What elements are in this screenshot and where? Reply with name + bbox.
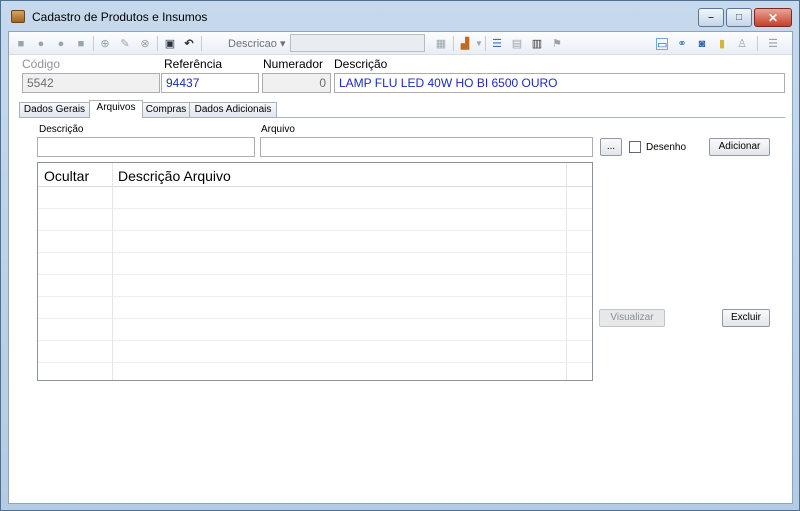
codigo-label: Código [22, 57, 61, 71]
table-row[interactable] [38, 231, 592, 253]
arquivo-input[interactable] [260, 137, 593, 157]
numerador-label: Numerador [263, 57, 324, 71]
add-icon[interactable]: ⊕ [99, 38, 111, 50]
table-row[interactable] [38, 253, 592, 275]
browse-button[interactable]: ... [600, 138, 622, 156]
arquivos-grid[interactable]: Ocultar Descrição Arquivo [37, 162, 593, 381]
title-bar[interactable]: Cadastro de Produtos e Insumos – □ ✕ [1, 1, 799, 31]
grid-header: Ocultar Descrição Arquivo [38, 163, 592, 187]
undo-icon[interactable]: ↶ [183, 38, 195, 50]
forward-icon[interactable]: ● [55, 38, 67, 50]
client-area: ■ ● ● ■ ⊕ ✎ ⊗ ▣ ↶ Descricao ▾ ▦ ▟ ▼ ☰ ▤ … [8, 31, 793, 504]
toolbar-separator [157, 36, 158, 51]
table-row[interactable] [38, 319, 592, 341]
tab-dados-gerais[interactable]: Dados Gerais [19, 102, 90, 117]
table-row[interactable] [38, 209, 592, 231]
toolbar-separator [485, 36, 486, 51]
minimize-button[interactable]: – [698, 8, 724, 27]
descricao-label: Descrição [334, 57, 388, 71]
toolbar-separator [453, 36, 454, 51]
referencia-field[interactable]: 94437 [161, 73, 259, 93]
table-icon[interactable]: ▦ [435, 38, 447, 50]
tab-dados-adicionais[interactable]: Dados Adicionais [189, 102, 277, 117]
barcode-icon[interactable]: ▥ [531, 38, 543, 50]
toolbar-separator [201, 36, 202, 51]
last-icon[interactable]: ■ [75, 38, 87, 50]
maximize-button[interactable]: □ [726, 8, 752, 27]
filter-icon[interactable]: ▮ [716, 38, 728, 50]
report-icon[interactable]: ▤ [511, 38, 523, 50]
search-field-dropdown[interactable]: Descricao ▾ [228, 37, 285, 50]
arquivo-descricao-input[interactable] [37, 137, 255, 157]
link-icon[interactable]: ⚭ [676, 38, 688, 50]
grid-icon[interactable]: ■ [15, 38, 27, 50]
desenho-checkbox[interactable] [629, 141, 641, 153]
desenho-label: Desenho [646, 142, 687, 153]
tab-arquivos[interactable]: Arquivos [89, 100, 143, 118]
window-icon[interactable]: ▭ [656, 38, 668, 51]
search-input[interactable] [290, 34, 425, 52]
descricao-field[interactable]: LAMP FLU LED 40W HO BI 6500 OURO [334, 73, 785, 93]
edit-icon[interactable]: ✎ [119, 38, 131, 50]
referencia-label: Referência [164, 57, 223, 71]
chevron-down-icon[interactable]: ▼ [473, 38, 485, 50]
cancel-icon[interactable]: ⊗ [139, 38, 151, 50]
adicionar-button[interactable]: Adicionar [709, 138, 770, 156]
toolbar-separator [757, 36, 758, 51]
user-icon[interactable]: ♙ [736, 38, 748, 50]
tab-compras[interactable]: Compras [142, 102, 190, 117]
arquivo-descricao-label: Descrição [39, 124, 84, 135]
main-window: Cadastro de Produtos e Insumos – □ ✕ ■ ●… [0, 0, 800, 511]
table-row[interactable] [38, 297, 592, 319]
tags-icon[interactable]: ⚑ [551, 38, 563, 50]
visualizar-button[interactable]: Visualizar [599, 309, 665, 327]
box-icon [11, 10, 25, 23]
table-row[interactable] [38, 275, 592, 297]
table-row[interactable] [38, 341, 592, 363]
save-icon[interactable]: ▣ [164, 38, 176, 50]
window-title: Cadastro de Produtos e Insumos [32, 10, 208, 24]
chart-icon[interactable]: ▟ [459, 38, 471, 50]
close-button[interactable]: ✕ [754, 8, 792, 27]
numerador-field[interactable]: 0 [262, 73, 331, 93]
table-row[interactable] [38, 187, 592, 209]
arquivo-label: Arquivo [261, 124, 295, 135]
refresh-icon[interactable]: ◙ [696, 38, 708, 50]
codigo-field[interactable]: 5542 [22, 73, 160, 93]
list-icon[interactable]: ☰ [491, 38, 503, 50]
toolbar-separator [93, 36, 94, 51]
toolbar: ■ ● ● ■ ⊕ ✎ ⊗ ▣ ↶ Descricao ▾ ▦ ▟ ▼ ☰ ▤ … [9, 32, 792, 55]
column-header-ocultar[interactable]: Ocultar [44, 168, 89, 184]
excluir-button[interactable]: Excluir [722, 309, 770, 327]
back-icon[interactable]: ● [35, 38, 47, 50]
column-header-descricao-arquivo[interactable]: Descrição Arquivo [118, 168, 231, 184]
menu-icon[interactable]: ☰ [767, 38, 779, 50]
